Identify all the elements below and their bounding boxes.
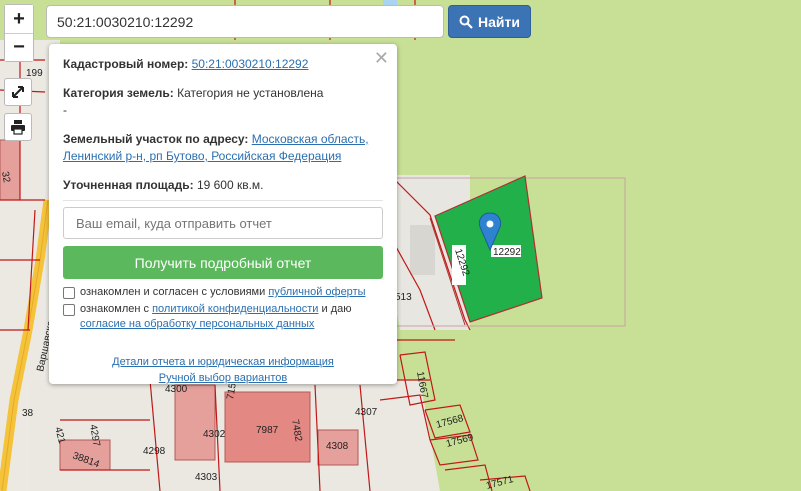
print-button[interactable] bbox=[4, 113, 32, 141]
category-row: Категория земель: Категория не установле… bbox=[63, 85, 383, 119]
zoom-control: + − bbox=[4, 4, 34, 62]
divider bbox=[63, 200, 383, 201]
public-offer-link[interactable]: публичной оферты bbox=[268, 286, 365, 298]
personal-data-consent-link[interactable]: согласие на обработку персональных данны… bbox=[80, 318, 314, 330]
map-label: 7987 bbox=[256, 425, 279, 436]
search-button-label: Найти bbox=[478, 13, 520, 30]
category-value: Категория не установлена bbox=[177, 86, 324, 100]
privacy-consent-label: ознакомлен с bbox=[80, 303, 150, 315]
privacy-policy-link[interactable]: политикой конфиденциальности bbox=[152, 303, 318, 315]
area-value: 19 600 кв.м. bbox=[196, 178, 264, 192]
search-button[interactable]: Найти bbox=[448, 5, 531, 38]
zoom-out-button[interactable]: − bbox=[5, 33, 33, 61]
offer-consent-checkbox[interactable] bbox=[63, 287, 75, 299]
search-icon bbox=[459, 15, 473, 29]
map-label: 4302 bbox=[203, 429, 226, 440]
map-label: 4298 bbox=[143, 446, 166, 457]
report-details-link[interactable]: Детали отчета и юридическая информация bbox=[112, 356, 334, 368]
map-label: 513 bbox=[395, 292, 412, 303]
building bbox=[410, 225, 435, 275]
zoom-in-button[interactable]: + bbox=[5, 5, 33, 33]
search-input[interactable] bbox=[46, 5, 444, 38]
privacy-consent-mid: и даю bbox=[321, 303, 352, 315]
map-label: 4303 bbox=[195, 472, 218, 483]
map-label: 4308 bbox=[326, 441, 349, 452]
offer-consent-row: ознакомлен и согласен с условиями публич… bbox=[63, 285, 383, 300]
map-label: 4307 bbox=[355, 407, 378, 418]
parcel-info-popup: ✕ Кадастровый номер: 50:21:0030210:12292… bbox=[49, 44, 397, 384]
email-field[interactable] bbox=[63, 207, 383, 239]
privacy-consent-checkbox[interactable] bbox=[63, 304, 75, 316]
printer-icon bbox=[11, 120, 25, 135]
cadastral-row: Кадастровый номер: 50:21:0030210:12292 bbox=[63, 56, 383, 73]
area-label: Уточненная площадь: bbox=[63, 178, 194, 192]
category-label: Категория земель: bbox=[63, 86, 174, 100]
fullscreen-button[interactable] bbox=[4, 78, 32, 106]
offer-consent-label: ознакомлен и согласен с условиями bbox=[80, 286, 266, 298]
address-label: Земельный участок по адресу: bbox=[63, 132, 249, 146]
privacy-consent-row: ознакомлен с политикой конфиденциальност… bbox=[63, 302, 383, 332]
expand-icon bbox=[12, 86, 24, 98]
get-report-button[interactable]: Получить подробный отчет bbox=[63, 246, 383, 279]
category-dash: - bbox=[63, 103, 67, 117]
map-label: 38 bbox=[22, 408, 34, 419]
address-row: Земельный участок по адресу: Московская … bbox=[63, 131, 383, 165]
building bbox=[174, 384, 216, 461]
area-row: Уточненная площадь: 19 600 кв.м. bbox=[63, 177, 383, 194]
cadastral-number-link[interactable]: 50:21:0030210:12292 bbox=[192, 57, 309, 71]
parcel-label-main: 12292 bbox=[493, 247, 521, 258]
popup-footer-links: Детали отчета и юридическая информация Р… bbox=[63, 354, 383, 386]
offer-consent-text: ознакомлен и согласен с условиями публич… bbox=[80, 285, 366, 300]
manual-selection-link[interactable]: Ручной выбор вариантов bbox=[159, 372, 287, 384]
close-icon[interactable]: ✕ bbox=[374, 48, 389, 69]
cadastral-label: Кадастровый номер: bbox=[63, 57, 189, 71]
privacy-consent-text: ознакомлен с политикой конфиденциальност… bbox=[80, 302, 383, 332]
